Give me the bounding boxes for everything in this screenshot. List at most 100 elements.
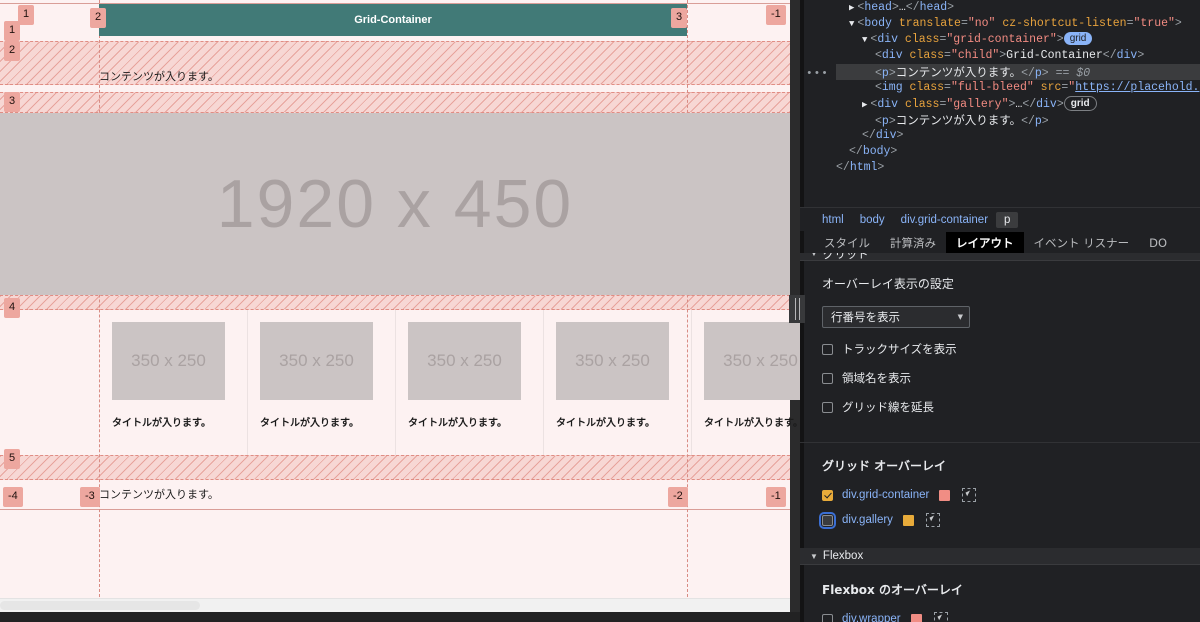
dom-token: = xyxy=(960,17,968,30)
tab-レイアウト[interactable]: レイアウト xyxy=(946,231,1024,254)
breadcrumb-item-html[interactable]: html xyxy=(814,212,852,228)
dom-node-line[interactable]: ▼ <div class="grid-container"> grid xyxy=(836,32,1200,48)
panel-resize-handle[interactable] xyxy=(789,295,805,323)
dom-token: </ xyxy=(836,161,850,174)
dom-token: Grid-Container xyxy=(1006,49,1103,62)
dom-node-line[interactable]: </body> xyxy=(836,144,1200,160)
checkbox-extend-lines[interactable] xyxy=(822,401,833,413)
element-picker-icon[interactable] xyxy=(962,488,977,502)
dom-node-line[interactable]: <p>コンテンツが入ります。</p> xyxy=(836,112,1200,128)
color-swatch-wrapper[interactable] xyxy=(910,613,922,622)
grid-line-badge-col--2: -2 xyxy=(668,487,688,507)
dom-indent xyxy=(836,129,862,142)
dom-token: head xyxy=(919,1,948,14)
overlay-settings-title: オーバーレイ表示の設定 xyxy=(822,277,954,291)
dom-token: body xyxy=(864,17,892,30)
page-horizontal-scrollbar[interactable] xyxy=(0,598,790,612)
dom-node-line[interactable]: ▼ <body translate="no" cz-shortcut-listen… xyxy=(836,16,1200,32)
grid-line-badge-col-2: 2 xyxy=(90,8,107,28)
overlay-name-grid-container[interactable]: div.grid-container xyxy=(842,489,929,501)
tab-DO[interactable]: DO xyxy=(1139,233,1177,253)
scrollbar-thumb[interactable] xyxy=(0,601,200,610)
gallery-thumbnail: 350 x 250 xyxy=(704,322,800,400)
dom-node-line[interactable]: <div class="child">Grid-Container</div> xyxy=(836,48,1200,64)
grid-badge[interactable]: grid xyxy=(1063,32,1093,45)
dom-node-line[interactable]: ▶ <head>…</head> xyxy=(836,0,1200,16)
dom-node-line[interactable]: </html> xyxy=(836,160,1200,176)
breadcrumb-item-body[interactable]: body xyxy=(852,212,893,228)
tab-スタイル[interactable]: スタイル xyxy=(814,232,880,254)
paragraph-top: コンテンツが入ります。 xyxy=(99,71,219,83)
dom-token: div xyxy=(875,129,897,142)
dom-token: ▶ xyxy=(862,100,868,110)
overlay-row-grid-container[interactable]: div.grid-container xyxy=(822,488,1200,502)
dom-indent xyxy=(836,81,875,94)
dom-token: < xyxy=(875,49,882,62)
dom-indent xyxy=(836,115,875,128)
dom-node-badge-icon[interactable]: ••• xyxy=(806,66,829,82)
overlay-name-gallery[interactable]: div.gallery xyxy=(842,514,893,526)
checkbox-track-sizes[interactable] xyxy=(822,343,833,355)
checkbox-area-names[interactable] xyxy=(822,372,833,384)
gallery-caption: タイトルが入ります。 xyxy=(112,418,211,429)
gallery-thumbnail-label: 350 x 250 xyxy=(131,351,206,370)
section-header-flexbox[interactable]: ▼ Flexbox xyxy=(800,548,1200,565)
section-header-flexbox-label: Flexbox xyxy=(822,550,864,562)
dom-token: == $0 xyxy=(1048,67,1091,80)
line-labels-select-value: 行番号を表示 xyxy=(831,310,900,324)
grid-gap-band xyxy=(0,295,790,310)
dom-token: > xyxy=(896,129,904,142)
checkbox-overlay-wrapper[interactable] xyxy=(822,613,833,622)
gallery-thumbnail-label: 350 x 250 xyxy=(575,351,650,370)
overlay-name-wrapper[interactable]: div.wrapper xyxy=(842,613,901,622)
gallery-caption: タイトルが入ります。 xyxy=(556,418,655,429)
gallery-card[interactable]: 350 x 250 タイトルが入ります。 xyxy=(543,310,691,455)
dom-token: </ xyxy=(1102,49,1117,62)
gallery-card[interactable]: 350 x 250 タイトルが入ります。 xyxy=(247,310,395,455)
dom-node-line[interactable]: <img class="full-bleed" src="https://pla… xyxy=(836,80,1200,96)
checkbox-row-track-sizes[interactable]: トラックサイズを表示 xyxy=(822,341,1200,357)
tab-計算済み[interactable]: 計算済み xyxy=(880,232,946,254)
section-header-grid[interactable]: ▼ グリッド xyxy=(800,253,1200,261)
element-picker-icon[interactable] xyxy=(925,513,940,527)
dom-token: > xyxy=(890,145,898,158)
dom-token: p xyxy=(1034,67,1042,80)
dom-token: img xyxy=(881,81,903,94)
checkbox-row-area-names[interactable]: 領域名を表示 xyxy=(822,370,1200,386)
devtools-screenshot: Grid-Container コンテンツが入ります。 1920 x 450 35… xyxy=(0,0,1200,622)
gallery-thumbnail-label: 350 x 250 xyxy=(279,351,354,370)
checkbox-row-extend-lines[interactable]: グリッド線を延長 xyxy=(822,399,1200,415)
overlay-row-wrapper[interactable]: div.wrapper xyxy=(822,612,1200,622)
rendered-page: Grid-Container コンテンツが入ります。 1920 x 450 35… xyxy=(0,0,800,612)
full-bleed-placeholder-label: 1920 x 450 xyxy=(216,166,574,242)
dom-token: div xyxy=(1116,49,1138,62)
tab-イベント-リスナー[interactable]: イベント リスナー xyxy=(1024,232,1140,254)
checkbox-overlay-gallery[interactable] xyxy=(819,511,836,529)
line-labels-select[interactable]: 行番号を表示 ▼ xyxy=(822,306,970,328)
gallery-card[interactable]: 350 x 250 タイトルが入ります。 xyxy=(691,310,800,455)
handle-bar-icon xyxy=(794,298,796,320)
breadcrumb-item-p[interactable]: p xyxy=(996,211,1019,228)
dom-token: "gallery" xyxy=(946,98,1009,111)
breadcrumb-item-div-grid-container[interactable]: div.grid-container xyxy=(893,212,996,228)
grid-gap-band xyxy=(0,455,790,480)
element-picker-icon[interactable] xyxy=(933,612,948,622)
color-swatch-gallery[interactable] xyxy=(902,514,914,526)
dom-node-line[interactable]: ▶ <div class="gallery">…</div> grid xyxy=(836,96,1200,112)
gallery-card[interactable]: 350 x 250 タイトルが入ります。 xyxy=(395,310,543,455)
dom-token: < xyxy=(875,115,882,128)
dom-node-line[interactable]: </div> xyxy=(836,128,1200,144)
gallery-card[interactable]: 350 x 250 タイトルが入ります。 xyxy=(99,310,247,455)
dom-node-line[interactable]: ••• <p>コンテンツが入ります。</p> == $0 xyxy=(806,64,1200,80)
grid-line-badge-row--4: -4 xyxy=(3,487,23,507)
overlay-row-gallery[interactable]: div.gallery xyxy=(819,511,1200,529)
dom-tree[interactable]: ▶ <head>…</head> ▼ <body translate="no" cz-… xyxy=(806,0,1200,205)
grid-badge[interactable]: grid xyxy=(1063,96,1097,111)
grid-line-badge-col--1: -1 xyxy=(766,5,786,25)
dom-token: body xyxy=(862,145,891,158)
checkbox-overlay-grid-container[interactable] xyxy=(822,489,833,501)
dom-token: </ xyxy=(905,1,920,14)
color-swatch-grid-container[interactable] xyxy=(939,489,951,501)
grid-outer-line xyxy=(0,509,790,510)
gallery-separator xyxy=(395,310,396,455)
